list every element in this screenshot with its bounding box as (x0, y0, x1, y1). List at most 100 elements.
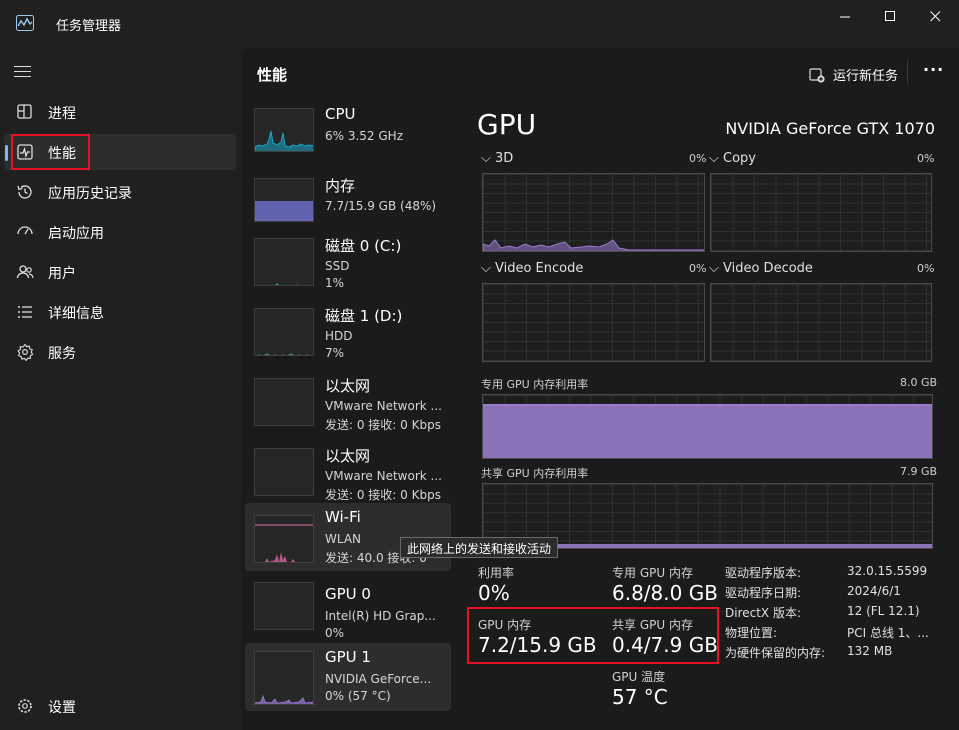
dedicated-memory-graph-label: 专用 GPU 内存利用率 (481, 378, 589, 391)
detail-title: GPU (477, 108, 537, 141)
utilization-value: 0% (478, 581, 510, 605)
highlight-box-memory (467, 607, 719, 664)
resource-detail: 发送: 0 接收: 0 Kbps (325, 488, 441, 502)
title-bar[interactable]: 任务管理器 (0, 0, 959, 48)
wifi-thumbnail-graph (254, 515, 314, 563)
resource-detail: Intel(R) HD Grap... (325, 609, 436, 623)
resource-detail: VMware Network ... (325, 399, 442, 413)
history-icon (17, 185, 32, 199)
dedicated-memory-max: 8.0 GB (900, 376, 938, 389)
resource-item-disk-0[interactable]: 磁盘 0 (C:) SSD 1% (245, 230, 451, 298)
resource-name: Wi-Fi (325, 508, 361, 526)
more-options-button[interactable]: ··· (923, 60, 944, 79)
resource-detail: 1% (325, 276, 345, 290)
resource-detail: 0% (57 °C) (325, 689, 391, 703)
active-indicator (5, 145, 8, 161)
gpu-temperature-label: GPU 温度 (612, 670, 666, 684)
resource-item-cpu[interactable]: CPU 6% 3.52 GHz (245, 100, 451, 168)
dedicated-memory-label: 专用 GPU 内存 (612, 566, 693, 580)
resource-detail: 0% (325, 626, 345, 640)
resource-detail: 6% 3.52 GHz (325, 129, 404, 143)
dedicated-memory-value: 6.8/8.0 GB (612, 581, 718, 605)
dedicated-memory-fill (483, 404, 932, 458)
run-new-task-button[interactable]: 运行新任务 (809, 65, 898, 84)
memory-thumbnail-graph (254, 178, 314, 222)
nav-item-details[interactable]: 详细信息 (4, 294, 236, 330)
resource-item-memory[interactable]: 内存 7.7/15.9 GB (48%) (245, 170, 451, 238)
disk1-thumbnail-graph (254, 308, 314, 356)
resource-detail: NVIDIA GeForce... (325, 672, 432, 686)
engine-label: Video Decode (723, 261, 813, 276)
resource-item-gpu-0[interactable]: GPU 0 Intel(R) HD Grap... 0% (245, 580, 451, 648)
nav-item-settings[interactable]: 设置 (4, 688, 236, 724)
resource-item-gpu-1[interactable]: GPU 1 NVIDIA GeForce... 0% (57 °C) (245, 643, 451, 711)
engine-percent: 0% (917, 152, 935, 165)
nav-item-users[interactable]: 用户 (4, 254, 236, 290)
gpu0-thumbnail-graph (254, 582, 314, 630)
users-icon (16, 265, 34, 279)
resource-detail: 发送: 0 接收: 0 Kbps (325, 418, 441, 432)
nav-item-services[interactable]: 服务 (4, 334, 236, 370)
disk0-thumbnail-graph (254, 238, 314, 286)
nav-item-processes[interactable]: 进程 (4, 94, 236, 130)
nav-item-app-history[interactable]: 应用历史记录 (4, 174, 236, 210)
hardware-reserved-memory-value: 132 MB (847, 644, 893, 658)
resource-item-disk-1[interactable]: 磁盘 1 (D:) HDD 7% (245, 300, 451, 368)
engine-selector-3d[interactable]: ⌵ 3D (481, 151, 513, 166)
resource-name: 磁盘 0 (C:) (325, 237, 402, 255)
engine-label: Video Encode (495, 261, 584, 276)
resource-item-ethernet-2[interactable]: 以太网 VMware Network ... 发送: 0 接收: 0 Kbps (245, 440, 451, 508)
hamburger-menu-icon[interactable] (14, 64, 32, 78)
resource-item-ethernet-1[interactable]: 以太网 VMware Network ... 发送: 0 接收: 0 Kbps (245, 370, 451, 438)
graph-video-encode (482, 283, 705, 362)
engine-selector-video-encode[interactable]: ⌵ Video Encode (481, 261, 583, 276)
resource-detail: SSD (325, 259, 350, 273)
resource-detail: WLAN (325, 532, 362, 546)
driver-date-label: 驱动程序日期: (725, 586, 802, 600)
ethernet2-thumbnail-graph (254, 448, 314, 496)
graph-dedicated-memory (482, 394, 933, 459)
close-icon (929, 10, 940, 21)
gpu-model-name: NVIDIA GeForce GTX 1070 (725, 119, 935, 138)
details-icon (18, 306, 32, 318)
nav-label: 用户 (48, 266, 76, 282)
close-button[interactable] (912, 0, 958, 32)
directx-version-value: 12 (FL 12.1) (847, 604, 920, 618)
driver-date-value: 2024/6/1 (847, 584, 901, 598)
window-title: 任务管理器 (56, 19, 122, 34)
engine-label: Copy (723, 151, 756, 166)
resource-name: 以太网 (325, 447, 371, 465)
engine-percent: 0% (689, 152, 707, 165)
graph-copy (710, 173, 932, 252)
run-new-task-label: 运行新任务 (833, 69, 899, 84)
task-manager-window: 任务管理器 进程 性能 应用历史记录 启动应用 用户 详细信息 服务 设置 性能… (0, 0, 959, 730)
driver-version-value: 32.0.15.5599 (847, 564, 928, 578)
engine-selector-copy[interactable]: ⌵ Copy (709, 151, 756, 166)
engine-percent: 0% (917, 262, 935, 275)
hardware-reserved-memory-label: 为硬件保留的内存: (725, 646, 826, 660)
minimize-icon (839, 16, 850, 17)
physical-location-value: PCI 总线 1、... (847, 626, 929, 640)
shared-memory-max: 7.9 GB (900, 465, 938, 478)
nav-label: 服务 (48, 346, 76, 362)
resource-name: 以太网 (325, 377, 371, 395)
resource-name: GPU 1 (325, 648, 371, 666)
directx-version-label: DirectX 版本: (725, 606, 802, 620)
processes-icon (17, 104, 32, 119)
maximize-button[interactable] (867, 0, 913, 32)
graph-3d (482, 173, 705, 252)
new-task-icon (809, 67, 825, 83)
gpu-temperature-value: 57 °C (612, 685, 668, 709)
engine-percent: 0% (689, 262, 707, 275)
utilization-label: 利用率 (478, 566, 515, 580)
engine-label: 3D (495, 151, 514, 166)
nav-item-startup-apps[interactable]: 启动应用 (4, 214, 236, 250)
resource-detail: HDD (325, 329, 353, 343)
cpu-thumbnail-graph (254, 108, 314, 152)
resource-name: CPU (325, 105, 356, 123)
driver-version-label: 驱动程序版本: (725, 566, 802, 580)
page-title: 性能 (257, 66, 288, 84)
minimize-button[interactable] (822, 0, 868, 32)
resource-detail: 7.7/15.9 GB (48%) (325, 199, 437, 213)
engine-selector-video-decode[interactable]: ⌵ Video Decode (709, 261, 813, 276)
